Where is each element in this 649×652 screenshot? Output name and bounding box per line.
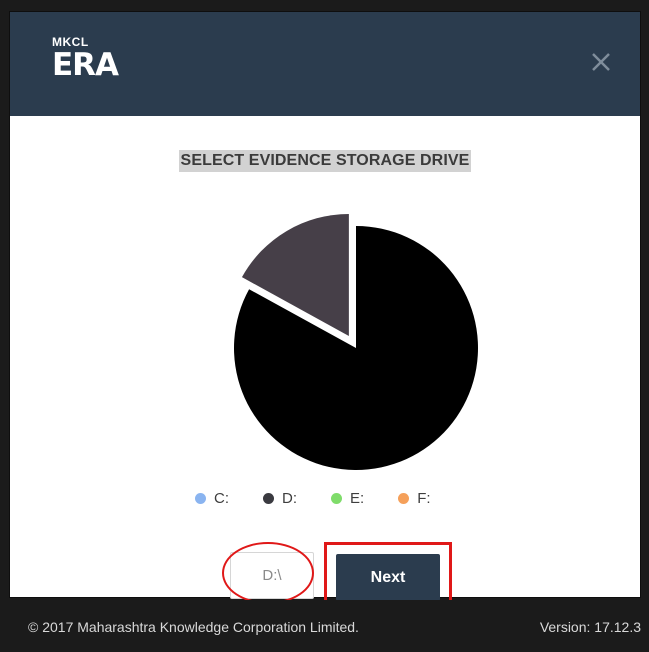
selected-drive-field[interactable]: D:\ (230, 552, 314, 599)
legend-label: F: (417, 490, 431, 507)
app-logo: MKCL ERA (52, 36, 119, 83)
copyright-text: © 2017 Maharashtra Knowledge Corporation… (28, 619, 359, 635)
close-icon (592, 53, 610, 71)
legend-item-d: D: (263, 490, 297, 507)
page-title: SELECT EVIDENCE STORAGE DRIVE (10, 150, 640, 172)
close-button[interactable] (588, 49, 614, 75)
page-title-text: SELECT EVIDENCE STORAGE DRIVE (178, 150, 472, 172)
legend-label: D: (282, 490, 297, 507)
legend-item-c: C: (195, 490, 229, 507)
title-bar: MKCL ERA (10, 12, 640, 116)
legend-item-e: E: (331, 490, 364, 507)
next-button[interactable]: Next (336, 554, 440, 601)
dialog-window: MKCL ERA SELECT EVIDENCE STORAGE DRIVE C… (10, 12, 640, 610)
legend-dot (263, 493, 274, 504)
version-text: Version: 17.12.3 (539, 619, 641, 635)
dialog-content: SELECT EVIDENCE STORAGE DRIVE C: D: E: F… (10, 116, 640, 610)
legend-dot (398, 493, 410, 504)
legend-item-f: F: (398, 490, 431, 507)
status-bar: © 2017 Maharashtra Knowledge Corporation… (0, 600, 649, 652)
legend-label: C: (214, 490, 229, 507)
legend-dot (331, 493, 342, 504)
drive-pie-chart (233, 213, 478, 471)
chart-legend: C: D: E: F: (195, 490, 431, 507)
legend-label: E: (350, 490, 365, 507)
logo-big-text: ERA (52, 47, 119, 83)
legend-dot (195, 493, 206, 504)
